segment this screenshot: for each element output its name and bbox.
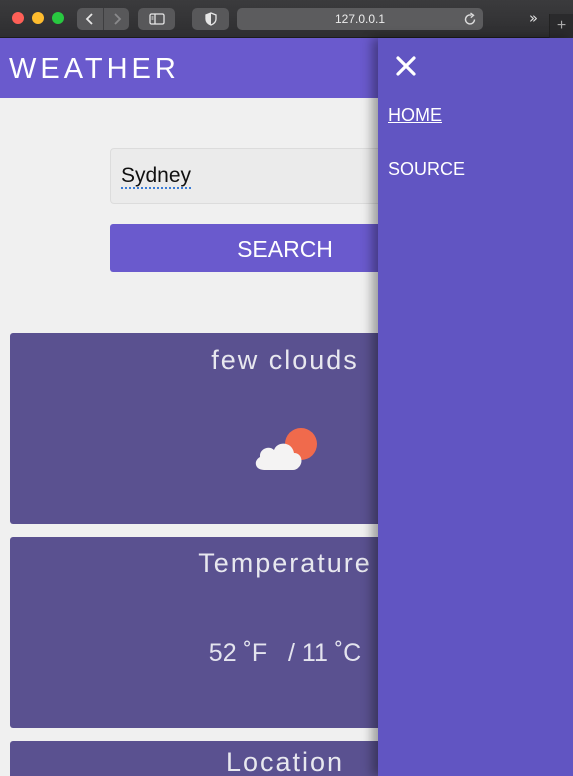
more-icon[interactable]: ›› (529, 9, 538, 27)
nav-drawer: HOME SOURCE (378, 38, 573, 776)
reload-icon[interactable] (463, 11, 477, 27)
close-drawer-button[interactable] (394, 54, 418, 78)
forward-icon (113, 13, 121, 25)
app-title: WEATHER (9, 53, 180, 85)
temperature-separator: / (288, 639, 295, 667)
new-tab-icon[interactable]: + (549, 14, 573, 38)
partly-cloudy-icon (255, 428, 317, 470)
shield-icon (204, 12, 217, 26)
search-input-value: Sydney (121, 164, 192, 189)
drawer-link-home[interactable]: HOME (388, 105, 442, 126)
browser-toolbar: 127.0.0.1 ›› + (0, 0, 573, 38)
nav-buttons (77, 8, 129, 30)
close-window-button[interactable] (12, 12, 24, 24)
zoom-window-button[interactable] (52, 12, 64, 24)
url-text: 127.0.0.1 (334, 12, 386, 26)
temperature-celsius: 11 ˚C (301, 639, 362, 667)
back-button[interactable] (77, 8, 103, 30)
close-icon (396, 56, 416, 76)
back-icon (85, 13, 93, 25)
sidebar-icon (148, 13, 165, 25)
city-search-input[interactable]: Sydney (110, 148, 410, 204)
minimize-window-button[interactable] (32, 12, 44, 24)
sidebar-toggle-button[interactable] (138, 8, 175, 30)
temperature-fahrenheit: 52 ˚F (208, 639, 268, 667)
forward-button[interactable] (103, 8, 129, 30)
address-bar[interactable]: 127.0.0.1 (237, 8, 483, 30)
drawer-link-source[interactable]: SOURCE (388, 159, 465, 180)
privacy-button[interactable] (192, 8, 229, 30)
